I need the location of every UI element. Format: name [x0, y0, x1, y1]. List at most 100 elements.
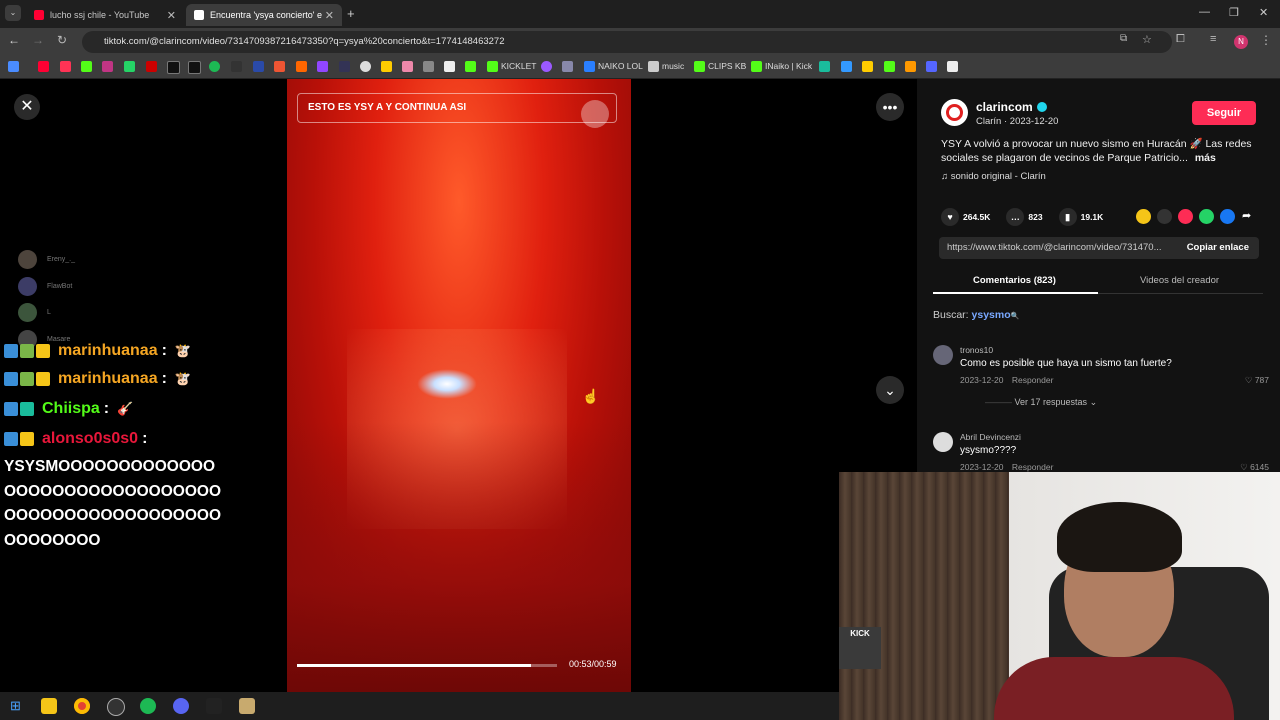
apps-icon[interactable]: [8, 61, 19, 72]
kick-icon: [487, 61, 498, 72]
chrome-icon[interactable]: [74, 698, 90, 714]
reply-button[interactable]: Responder: [1012, 462, 1054, 472]
windows-start-icon[interactable]: ⊞: [10, 698, 21, 714]
bookmark-icon[interactable]: [947, 61, 958, 72]
bookmark-icon[interactable]: [841, 61, 852, 72]
bookmark-icon[interactable]: [81, 61, 92, 72]
back-icon[interactable]: ←: [8, 33, 20, 47]
bookmark-star-icon[interactable]: ☆: [1142, 33, 1152, 46]
close-tab-icon[interactable]: ✕: [167, 9, 176, 22]
bookmark-icon[interactable]: [465, 61, 476, 72]
view-replies-button[interactable]: ——— Ver 17 respuestas ⌄: [985, 397, 1097, 408]
app-icon[interactable]: [206, 698, 222, 714]
close-tab-icon[interactable]: ✕: [325, 9, 334, 22]
comment-username[interactable]: Abril Devincenzi: [960, 432, 1021, 442]
more-link[interactable]: más: [1195, 152, 1216, 164]
author-username[interactable]: clarincom: [976, 100, 1047, 114]
search-term-link[interactable]: ysysmo: [972, 309, 1011, 321]
reload-icon[interactable]: ↻: [57, 33, 67, 47]
bookmark-icon[interactable]: [862, 61, 873, 72]
comment-text: Como es posible que haya un sismo tan fu…: [960, 358, 1172, 369]
heart-icon[interactable]: ♥: [941, 208, 959, 226]
tab-creator-videos[interactable]: Videos del creador: [1140, 275, 1219, 286]
tab-comments[interactable]: Comentarios (823): [973, 275, 1056, 286]
copy-link-button[interactable]: Copiar enlace: [1187, 237, 1249, 259]
bookmark-icon[interactable]: [188, 61, 201, 74]
tab-youtube[interactable]: lucho ssj chile - YouTube ✕: [26, 4, 184, 26]
bookmark-clips-kb[interactable]: CLIPS KB: [708, 61, 746, 71]
media-icon[interactable]: ≡: [1210, 33, 1216, 45]
repost-icon[interactable]: [1136, 209, 1151, 224]
reply-button[interactable]: Responder: [1012, 375, 1054, 385]
tab-search-button[interactable]: ⌄: [5, 5, 21, 21]
avatar[interactable]: [933, 345, 953, 365]
spotify-icon[interactable]: [140, 698, 156, 714]
send-icon[interactable]: [1178, 209, 1193, 224]
comment-like[interactable]: ♡ 6145: [1240, 462, 1269, 472]
comment-username[interactable]: tronos10: [960, 345, 993, 355]
close-window-icon[interactable]: ✕: [1259, 6, 1268, 19]
follow-button[interactable]: Seguir: [1192, 101, 1256, 125]
bookmark-icon[interactable]: [423, 61, 434, 72]
extensions-icon[interactable]: ⧠: [1176, 33, 1185, 46]
bookmark-icon[interactable]: [819, 61, 830, 72]
bookmark-icon[interactable]: ▮: [1058, 208, 1077, 226]
comment-like[interactable]: ♡ 787: [1245, 375, 1269, 386]
file-explorer-icon[interactable]: [41, 698, 57, 714]
forward-icon[interactable]: →: [32, 33, 44, 47]
bookmark-icon[interactable]: [360, 61, 371, 72]
next-video-button[interactable]: ⌄: [876, 376, 904, 404]
search-icon[interactable]: 🔍: [1011, 313, 1020, 320]
bookmark-icon[interactable]: [905, 61, 916, 72]
bookmark-icon[interactable]: [38, 61, 49, 72]
league-icon[interactable]: [239, 698, 255, 714]
bookmark-icon[interactable]: [231, 61, 242, 72]
bookmark-inaiko-kick[interactable]: INaiko | Kick: [765, 61, 812, 71]
bookmark-icon[interactable]: [296, 61, 307, 72]
tab-tiktok[interactable]: Encuentra 'ysya concierto' e ✕: [186, 4, 342, 26]
bookmark-icon[interactable]: [381, 61, 392, 72]
bookmark-naiko-lol[interactable]: NAIKO LOL: [598, 61, 643, 71]
bookmark-icon[interactable]: [339, 61, 350, 72]
bookmark-icon[interactable]: [402, 61, 413, 72]
bookmark-icon[interactable]: [102, 61, 113, 72]
facebook-icon[interactable]: [1220, 209, 1235, 224]
bookmark-icon[interactable]: [562, 61, 573, 72]
avatar[interactable]: [941, 99, 968, 126]
bookmark-icon[interactable]: [253, 61, 264, 72]
bookmark-icon[interactable]: [541, 61, 552, 72]
obs-icon[interactable]: [107, 698, 125, 716]
address-bar[interactable]: tiktok.com/@clarincom/video/731470938721…: [82, 31, 1172, 53]
profile-avatar[interactable]: N: [1234, 35, 1248, 49]
share-arrow-icon[interactable]: ➦: [1242, 209, 1251, 222]
bookmark-icon[interactable]: [926, 61, 937, 72]
bookmark-icon[interactable]: [444, 61, 455, 72]
bookmark-icon[interactable]: [167, 61, 180, 74]
menu-icon[interactable]: ⋮: [1260, 33, 1272, 47]
bookmark-icon[interactable]: [124, 61, 135, 72]
bookmark-music[interactable]: music: [662, 61, 684, 71]
sound-link[interactable]: ♫ sonido original - Clarín: [941, 171, 1046, 182]
avatar[interactable]: [933, 432, 953, 452]
embed-icon[interactable]: [1157, 209, 1172, 224]
video-player[interactable]: ESTO ES YSY A Y CONTINUA ASI 00:53/00:59: [287, 79, 631, 692]
restore-icon[interactable]: ❐: [1229, 6, 1239, 19]
share-link[interactable]: https://www.tiktok.com/@clarincom/video/…: [947, 242, 1162, 253]
whatsapp-icon[interactable]: [1199, 209, 1214, 224]
new-tab-button[interactable]: +: [347, 6, 355, 21]
bookmark-icon[interactable]: [884, 61, 895, 72]
bookmark-icon[interactable]: [317, 61, 328, 72]
bookmark-icon[interactable]: [60, 61, 71, 72]
close-video-button[interactable]: ✕: [14, 94, 40, 120]
bookmark-kicklet[interactable]: KICKLET: [501, 61, 536, 71]
bookmark-icon[interactable]: [209, 61, 220, 72]
video-progress-bar[interactable]: [297, 664, 557, 667]
bookmark-icon[interactable]: [274, 61, 285, 72]
more-options-button[interactable]: •••: [876, 93, 904, 121]
minimize-icon[interactable]: —: [1199, 6, 1210, 18]
discord-icon[interactable]: [173, 698, 189, 714]
install-app-icon[interactable]: ⧉: [1120, 33, 1127, 44]
bookmark-icon[interactable]: [146, 61, 157, 72]
viewer-name: L: [47, 309, 51, 316]
comment-icon[interactable]: …: [1006, 208, 1025, 226]
